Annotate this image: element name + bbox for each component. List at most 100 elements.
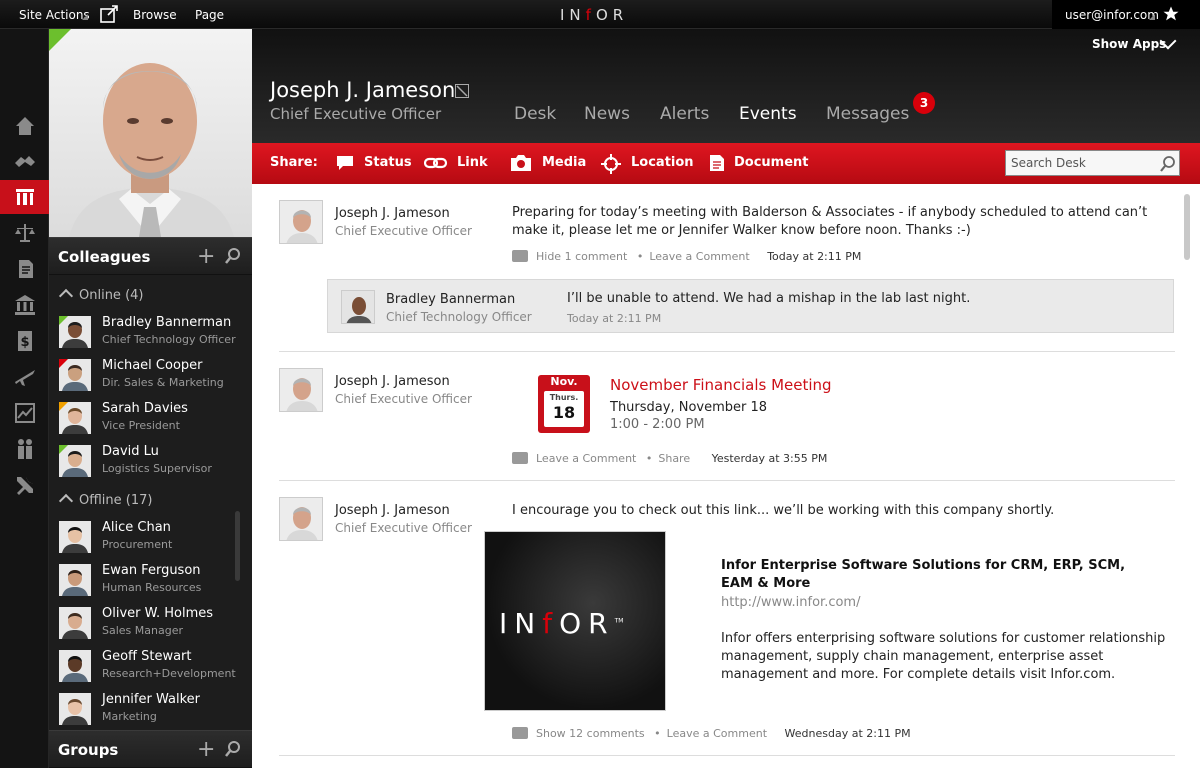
colleague-role: Chief Technology Officer <box>102 333 236 346</box>
user-email[interactable]: user@infor.com <box>1065 8 1159 22</box>
browse-menu[interactable]: Browse <box>133 8 177 22</box>
share-document-button[interactable]: Document <box>734 155 809 170</box>
share-location-button[interactable]: Location <box>631 155 694 170</box>
colleague-list-item[interactable]: Geoff Stewart Research+Development <box>49 646 252 689</box>
post-divider <box>279 351 1175 352</box>
app-window: Site Actions Browse Page INfOR user@info… <box>0 0 1200 768</box>
colleague-role: Dir. Sales & Marketing <box>102 376 224 389</box>
user-menu-caret-icon[interactable] <box>1149 14 1155 20</box>
leave-comment-link[interactable]: Leave a Comment <box>667 727 767 740</box>
post-meta: Show 12 comments • Leave a Comment Wednes… <box>512 727 911 740</box>
post-author[interactable]: Joseph J. Jameson <box>335 374 450 389</box>
favorites-star-icon[interactable] <box>1162 5 1180 26</box>
show-apps-button[interactable]: Show Apps <box>1092 37 1166 51</box>
reply-author[interactable]: Bradley Bannerman <box>386 292 515 307</box>
colleague-list-item[interactable]: Jennifer Walker Marketing <box>49 689 252 732</box>
colleague-list-item[interactable]: Sarah Davies Vice President <box>49 398 252 441</box>
author-avatar[interactable] <box>279 200 323 244</box>
handshake-icon[interactable] <box>0 144 49 178</box>
colleagues-scrollbar[interactable] <box>235 511 240 581</box>
online-group-toggle[interactable]: Online (4) <box>57 288 143 304</box>
search-groups-icon[interactable] <box>225 741 241 761</box>
share-link[interactable]: Share <box>658 452 690 465</box>
comment-bubble-icon <box>512 250 528 262</box>
search-colleagues-icon[interactable] <box>225 248 241 268</box>
calendar-date: 18 <box>552 403 576 422</box>
scales-icon[interactable] <box>0 216 49 250</box>
top-bar: Site Actions Browse Page INfOR user@info… <box>0 0 1200 29</box>
page-menu[interactable]: Page <box>195 8 224 22</box>
colleague-name: Ewan Ferguson <box>102 563 201 578</box>
home-icon[interactable] <box>0 109 49 143</box>
separator-dot: • <box>645 452 653 465</box>
show-comments-link[interactable]: Show 12 comments <box>536 727 645 740</box>
edit-profile-icon[interactable] <box>455 84 469 98</box>
colleague-list-item[interactable]: Michael Cooper Dir. Sales & Marketing <box>49 355 252 398</box>
add-group-plus-icon[interactable]: + <box>197 737 215 762</box>
share-link-button[interactable]: Link <box>457 155 488 170</box>
offline-group-toggle[interactable]: Offline (17) <box>57 493 152 509</box>
link-chain-icon[interactable] <box>423 154 448 176</box>
reply-author-role: Chief Technology Officer <box>386 310 532 324</box>
post-text: I encourage you to check out this link..… <box>512 503 1055 518</box>
colleague-role: Sales Manager <box>102 624 183 637</box>
tab-messages[interactable]: Messages <box>826 104 909 124</box>
colleague-list-item[interactable]: Ewan Ferguson Human Resources <box>49 560 252 603</box>
colleagues-title: Colleagues <box>58 248 151 266</box>
author-avatar[interactable] <box>279 497 323 541</box>
post-author-role: Chief Executive Officer <box>335 392 472 406</box>
profile-title: Chief Executive Officer <box>270 105 442 123</box>
colleague-name: Bradley Bannerman <box>102 315 232 330</box>
profile-photo[interactable] <box>49 29 252 237</box>
colleague-list-item[interactable]: Alice Chan Procurement <box>49 517 252 560</box>
tab-alerts[interactable]: Alerts <box>660 104 709 124</box>
groups-header: Groups + <box>49 730 252 768</box>
leave-comment-link[interactable]: Leave a Comment <box>536 452 636 465</box>
colleague-role: Marketing <box>102 710 157 723</box>
calendar-icon: Nov. Thurs. 18 <box>538 375 590 433</box>
desk-icon[interactable] <box>0 180 49 214</box>
add-colleague-plus-icon[interactable]: + <box>197 244 215 269</box>
share-bar: Share: Status Link Media Location Docume… <box>252 143 1200 184</box>
camera-icon[interactable] <box>510 154 532 176</box>
documents-icon[interactable] <box>0 252 49 286</box>
site-actions-menu[interactable]: Site Actions <box>19 8 90 22</box>
post-time: Today at 2:11 PM <box>767 250 862 263</box>
author-avatar[interactable] <box>279 368 323 412</box>
tools-icon[interactable] <box>0 468 49 502</box>
colleague-role: Research+Development <box>102 667 236 680</box>
document-icon[interactable] <box>709 154 725 176</box>
presence-status-indicator <box>59 316 68 325</box>
chart-icon[interactable] <box>0 396 49 430</box>
link-preview-image[interactable]: INfORTM <box>484 531 666 711</box>
feed-scrollbar[interactable] <box>1184 194 1190 260</box>
location-crosshair-icon[interactable] <box>601 154 621 178</box>
search-icon[interactable] <box>1160 156 1176 176</box>
colleague-list-item[interactable]: Oliver W. Holmes Sales Manager <box>49 603 252 646</box>
event-title-link[interactable]: November Financials Meeting <box>610 376 832 394</box>
post-author[interactable]: Joseph J. Jameson <box>335 503 450 518</box>
leave-comment-link[interactable]: Leave a Comment <box>649 250 749 263</box>
people-icon[interactable] <box>0 432 49 466</box>
reply-author-avatar[interactable] <box>341 290 375 324</box>
share-media-button[interactable]: Media <box>542 155 586 170</box>
tab-news[interactable]: News <box>584 104 630 124</box>
dollar-icon[interactable]: $ <box>0 324 49 358</box>
search-desk-input[interactable] <box>1006 151 1156 175</box>
bank-icon[interactable] <box>0 288 49 322</box>
edit-page-icon[interactable] <box>100 5 120 26</box>
status-bubble-icon[interactable] <box>335 154 355 176</box>
colleague-list-item[interactable]: Bradley Bannerman Chief Technology Office… <box>49 312 252 355</box>
share-status-button[interactable]: Status <box>364 155 412 170</box>
hide-comments-link[interactable]: Hide 1 comment <box>536 250 627 263</box>
colleague-list-item[interactable]: David Lu Logistics Supervisor <box>49 441 252 484</box>
tab-events[interactable]: Events <box>739 104 797 124</box>
groups-title: Groups <box>58 741 119 759</box>
plane-icon[interactable] <box>0 360 49 394</box>
link-title[interactable]: Infor Enterprise Software Solutions for … <box>721 557 1146 593</box>
link-url[interactable]: http://www.infor.com/ <box>721 594 1146 612</box>
post-author[interactable]: Joseph J. Jameson <box>335 206 450 221</box>
colleagues-column: Colleagues + Online (4) Bradley Bannerma… <box>49 29 252 768</box>
tab-desk[interactable]: Desk <box>514 104 556 124</box>
colleague-name: Geoff Stewart <box>102 649 192 664</box>
